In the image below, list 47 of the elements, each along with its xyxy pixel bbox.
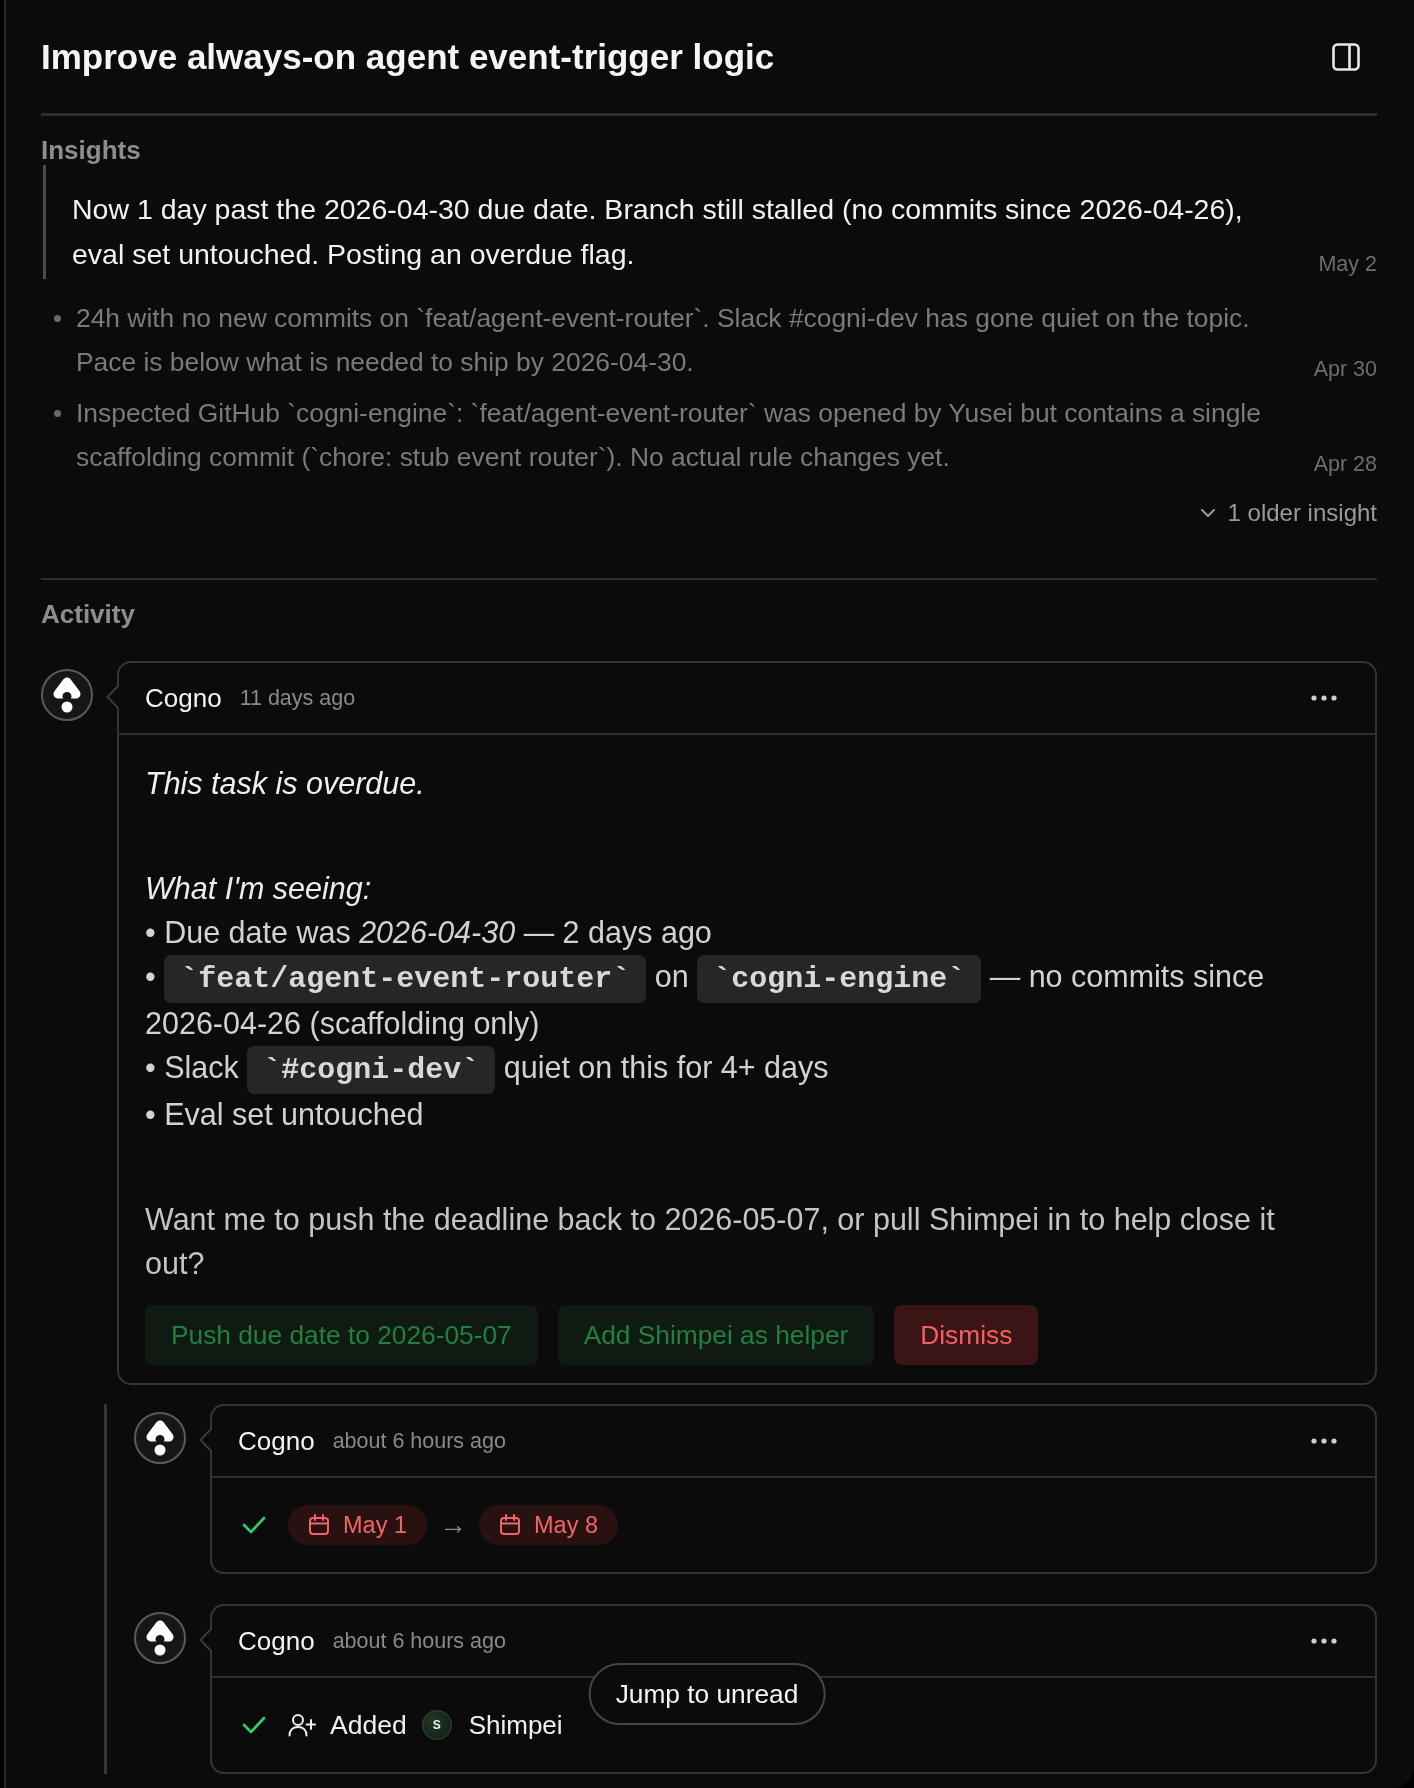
author-name: Cogno [238, 1625, 315, 1657]
user-plus-icon [288, 1713, 316, 1737]
jump-to-unread-button[interactable]: Jump to unread [588, 1663, 826, 1725]
comment-time: about 6 hours ago [332, 1428, 506, 1454]
more-options-icon[interactable] [1311, 1638, 1337, 1644]
suggestion-button[interactable]: Add Shimpei as helper [557, 1305, 875, 1365]
more-options-icon[interactable] [1311, 1438, 1337, 1444]
section-heading: Activity [41, 599, 136, 629]
insight-text: Inspected GitHub `cogni-engine`: `feat/agent-event-router` was opened by Yusei but contains a single scaffolding commit (`chore: stub event router`). No actual rule changes yet. [76, 397, 1262, 474]
bot-avatar-icon [134, 1412, 186, 1464]
check-icon [242, 1516, 266, 1534]
suggestion-button[interactable]: Push due date to 2026-05-07 [145, 1305, 538, 1365]
bot-avatar-icon [41, 669, 93, 721]
date-chip: May 1 [288, 1505, 427, 1545]
change-arrow: → [439, 1509, 467, 1541]
date-chip: May 8 [479, 1505, 618, 1545]
dismiss-button[interactable]: Dismiss [894, 1305, 1039, 1365]
sidebar-toggle-icon[interactable] [1332, 42, 1360, 71]
check-icon [242, 1716, 266, 1734]
bullet-line: • Slack `#cogni-dev` quiet on this for 4+ days [145, 1045, 1315, 1092]
comment-subheading: What I'm seeing: [145, 870, 373, 908]
bullet-line: • `feat/agent-event-router` on `cogni-engine` — no commits since 2026-04-26 (scaffolding only) [145, 954, 1315, 1045]
task-title: Improve always-on agent event-trigger logic [41, 35, 775, 78]
insight-date: Apr 30 [1312, 356, 1377, 383]
author-name: Cogno [238, 1425, 315, 1457]
bot-avatar-icon [134, 1612, 186, 1664]
insight-date: Apr 28 [1312, 451, 1377, 478]
bullet-line: • Eval set untouched [145, 1096, 425, 1133]
event-text: Added [330, 1709, 407, 1741]
insight-text: 24h with no new commits on `feat/agent-event-router`. Slack #cogni-dev has gone quiet on the topic. Pace is below what is needed to ship by 2026-04-30. [76, 302, 1251, 379]
comment-time: 11 days ago [239, 685, 356, 711]
user-avatar: S [421, 1710, 452, 1740]
user-name: Shimpei [468, 1709, 563, 1741]
comment-lead-text: This task is overdue. [145, 765, 426, 802]
calendar-icon [308, 1514, 330, 1536]
insight-date: May 2 [1317, 251, 1377, 278]
calendar-icon [499, 1514, 521, 1536]
more-options-icon[interactable] [1311, 695, 1337, 701]
show-older-button[interactable]: 1 older insight [1199, 498, 1377, 528]
bullet-icon [54, 315, 61, 322]
comment-time: about 6 hours ago [332, 1628, 506, 1654]
bullet-line: • Due date was 2026-04-30 — 2 days ago [145, 914, 713, 952]
author-name: Cogno [145, 682, 222, 714]
section-heading: Insights [41, 135, 142, 165]
comment-question: Want me to push the deadline back to 2026-05-07, or pull Shimpei in to help close it out? [145, 1201, 1276, 1282]
insight-quote: Now 1 day past the 2026-04-30 due date. Branch still stalled (no commits since 2026-04-26), eval set untouched. Posting an overdue flag. [43, 165, 1285, 279]
bullet-icon [54, 410, 61, 417]
